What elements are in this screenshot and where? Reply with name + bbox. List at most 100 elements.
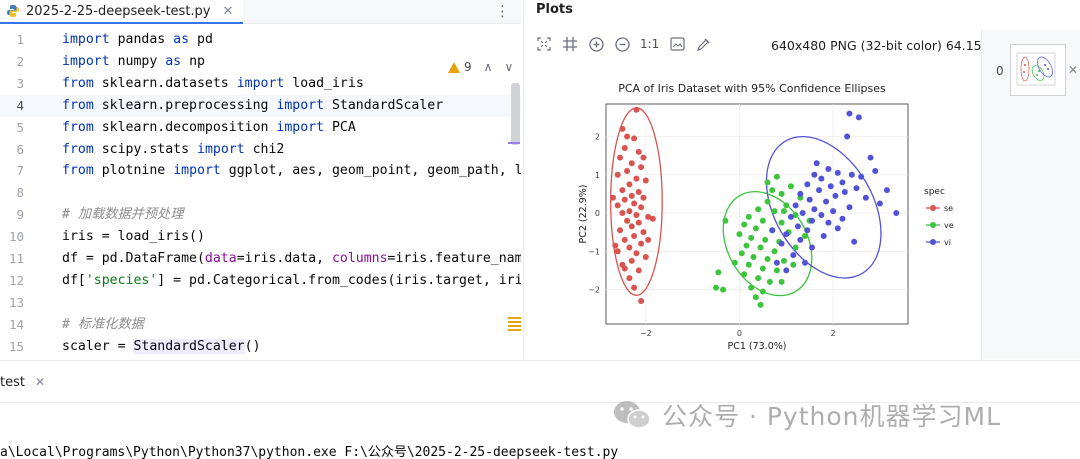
y-tick-label: −2 [588, 286, 600, 295]
data-point-vi [797, 190, 804, 197]
code-text: df['species'] = pd.Categorical.from_code… [62, 270, 521, 292]
code-line[interactable]: 1 import pandas as pd [0, 29, 521, 51]
data-point-ve [757, 301, 764, 308]
legend-key-point [930, 239, 936, 245]
code-token: sklearn.datasets [101, 75, 237, 91]
file-tab[interactable]: 2025-2-25-deepseek-test.py ✕ [0, 0, 244, 24]
code-text: import numpy as np [62, 51, 205, 73]
code-line[interactable]: 8 [0, 182, 521, 204]
previous-problem-icon[interactable]: ∧ [484, 60, 493, 74]
data-point-se [624, 133, 631, 140]
data-point-vi [858, 173, 865, 180]
line-number: 6 [16, 141, 24, 157]
code-token: from [62, 119, 94, 135]
data-point-vi [834, 225, 841, 232]
code-token: StandardScaler [133, 338, 245, 354]
data-point-ve [771, 248, 778, 255]
inspection-count: 9 [464, 60, 472, 74]
fit-icon[interactable] [536, 36, 552, 52]
data-point-ve [757, 244, 764, 251]
file-tab-label: 2025-2-25-deepseek-test.py [26, 3, 211, 19]
plots-panel: Plots 1:1 640x480 PNG (32-bit color) 64.… [523, 0, 1080, 359]
data-point-se [640, 229, 647, 236]
data-point-vi [841, 189, 848, 195]
grid-icon[interactable] [562, 36, 578, 52]
data-point-ve [780, 257, 787, 264]
data-point-vi [794, 223, 801, 230]
zoom-out-icon[interactable] [614, 36, 630, 52]
code-line[interactable]: 6 from scipy.stats import chi2 [0, 139, 521, 161]
code-line[interactable]: 12 df['species'] = pd.Categorical.from_co… [0, 270, 521, 292]
data-point-ve [771, 208, 778, 215]
code-token: from [62, 75, 94, 91]
code-line[interactable]: 2 import numpy as np [0, 51, 521, 73]
line-number: 12 [8, 272, 24, 288]
color-picker-icon[interactable] [695, 36, 711, 52]
data-point-se [614, 202, 621, 209]
code-line[interactable]: 3 from sklearn.datasets import load_iris [0, 73, 521, 95]
inspection-widget[interactable]: 9 ∧ ∨ [448, 58, 513, 76]
data-point-se [645, 236, 652, 243]
code-line[interactable]: 4 from sklearn.preprocessing import Stand… [0, 94, 521, 117]
image-info: 640x480 PNG (32-bit color) 64.15 kB [771, 38, 1002, 53]
data-point-vi [846, 204, 853, 211]
code-line[interactable]: 13 [0, 292, 521, 314]
close-run-tab-icon[interactable]: ✕ [35, 375, 45, 390]
data-point-vi [818, 211, 825, 218]
run-command-output: a\Local\Programs\Python\Python37\python.… [0, 445, 619, 459]
code-token: =iris.data, [236, 251, 332, 266]
code-line[interactable]: 11 df = pd.DataFrame(data=iris.data, colu… [0, 248, 521, 270]
code-line[interactable]: 9 # 加载数据并预处理 [0, 204, 521, 226]
data-point-vi [818, 175, 825, 182]
code-line[interactable]: 5 from sklearn.decomposition import PCA [0, 117, 521, 139]
data-point-ve [736, 231, 743, 238]
scrollbar-warning-marker [508, 317, 521, 333]
line-number: 1 [16, 32, 24, 47]
data-point-se [626, 208, 633, 215]
data-point-ve [769, 187, 776, 194]
actual-size-button[interactable]: 1:1 [640, 37, 659, 51]
code-line[interactable]: 14 # 标准化数据 [0, 314, 521, 336]
remove-plot-icon[interactable]: ✕ [1068, 63, 1078, 77]
line-number: 10 [8, 229, 24, 245]
code-token: import [173, 163, 221, 179]
code-token: from [62, 141, 94, 157]
image-icon[interactable] [669, 36, 685, 52]
line-number: 4 [16, 97, 24, 113]
code-text: from sklearn.datasets import load_iris [62, 73, 364, 95]
plot-thumbnail[interactable] [1010, 44, 1066, 96]
data-point-vi [844, 133, 851, 140]
editor-tab-bar: 2025-2-25-deepseek-test.py ✕ ⋮ [0, 0, 521, 24]
code-token: StandardScaler [331, 97, 444, 113]
legend-label: vi [944, 238, 951, 247]
zoom-in-icon[interactable] [588, 36, 604, 52]
close-tab-icon[interactable]: ✕ [223, 4, 234, 19]
code-token: scaler = [62, 338, 134, 354]
data-point-vi [853, 185, 860, 192]
data-point-ve [731, 259, 738, 266]
legend-key-point [930, 205, 936, 211]
data-point-ve [778, 219, 785, 226]
data-point-se [633, 250, 640, 257]
data-point-vi [851, 238, 858, 245]
data-point-ve [722, 217, 729, 224]
code-line[interactable]: 15 scaler = StandardScaler() [0, 336, 521, 358]
x-axis-label: PC1 (73.0%) [727, 341, 786, 352]
code-token: df = pd.DataFrame( [62, 251, 205, 266]
data-point-se [614, 171, 621, 178]
code-line[interactable]: 10 iris = load_iris() [0, 226, 521, 248]
data-point-vi [823, 198, 830, 205]
next-problem-icon[interactable]: ∨ [504, 60, 513, 74]
data-point-vi [773, 259, 780, 266]
code-editor[interactable]: 1 import pandas as pd 2 import numpy as np 3… [0, 25, 521, 359]
more-options-icon[interactable]: ⋮ [495, 2, 510, 20]
data-point-se [619, 210, 626, 217]
code-text: iris = load_iris() [62, 226, 205, 248]
code-line[interactable]: 7 from plotnine import ggplot, aes, geom_… [0, 160, 521, 182]
code-token: sklearn.preprocessing [101, 97, 277, 113]
run-tab[interactable]: test ✕ [0, 375, 45, 390]
data-point-se [621, 145, 628, 151]
editor-scrollbar[interactable] [511, 83, 520, 145]
data-point-ve [801, 233, 808, 239]
code-token: # 标准化数据 [62, 316, 144, 332]
